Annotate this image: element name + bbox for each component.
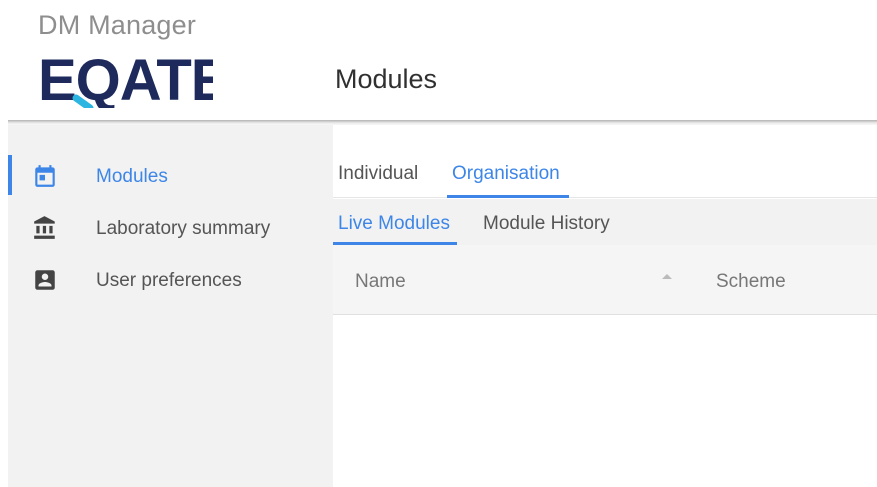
tab-module-history[interactable]: Module History bbox=[483, 213, 610, 235]
calendar-icon bbox=[35, 165, 55, 187]
column-header-name[interactable]: Name bbox=[355, 271, 406, 293]
table-body bbox=[333, 316, 877, 487]
sidebar-item-user-preferences[interactable]: User preferences bbox=[8, 257, 333, 301]
page-title: Modules bbox=[335, 64, 438, 94]
tab-active-underline bbox=[447, 195, 569, 198]
sort-ascending-icon[interactable] bbox=[661, 272, 673, 280]
sidebar-item-label: Modules bbox=[96, 166, 168, 187]
sidebar-item-label: User preferences bbox=[96, 270, 242, 291]
app-header: DM Manager EQATE Modules bbox=[0, 0, 877, 122]
sub-tab-bar: Live Modules Module History bbox=[333, 199, 877, 245]
sidebar: Modules Laboratory summary User preferen… bbox=[8, 125, 333, 487]
tab-bar: Individual Organisation bbox=[333, 155, 877, 198]
sidebar-item-label: Laboratory summary bbox=[96, 218, 271, 239]
sidebar-item-laboratory-summary[interactable]: Laboratory summary bbox=[8, 205, 333, 249]
indicator bbox=[8, 207, 12, 247]
logo-text: EQATE bbox=[38, 48, 213, 108]
sidebar-item-modules[interactable]: Modules bbox=[8, 153, 333, 197]
indicator bbox=[8, 259, 12, 299]
active-indicator bbox=[8, 155, 12, 195]
column-header-scheme[interactable]: Scheme bbox=[716, 271, 786, 293]
tab-individual[interactable]: Individual bbox=[338, 163, 418, 185]
table-header: Name Scheme bbox=[333, 245, 877, 315]
tab-live-modules[interactable]: Live Modules bbox=[338, 213, 450, 235]
app-name: DM Manager bbox=[38, 10, 197, 40]
eqate-logo: EQATE bbox=[38, 48, 213, 108]
tab-organisation[interactable]: Organisation bbox=[452, 163, 560, 185]
main-content: Individual Organisation Live Modules Mod… bbox=[333, 125, 877, 487]
account-box-icon bbox=[35, 270, 55, 290]
bank-icon bbox=[34, 216, 55, 239]
